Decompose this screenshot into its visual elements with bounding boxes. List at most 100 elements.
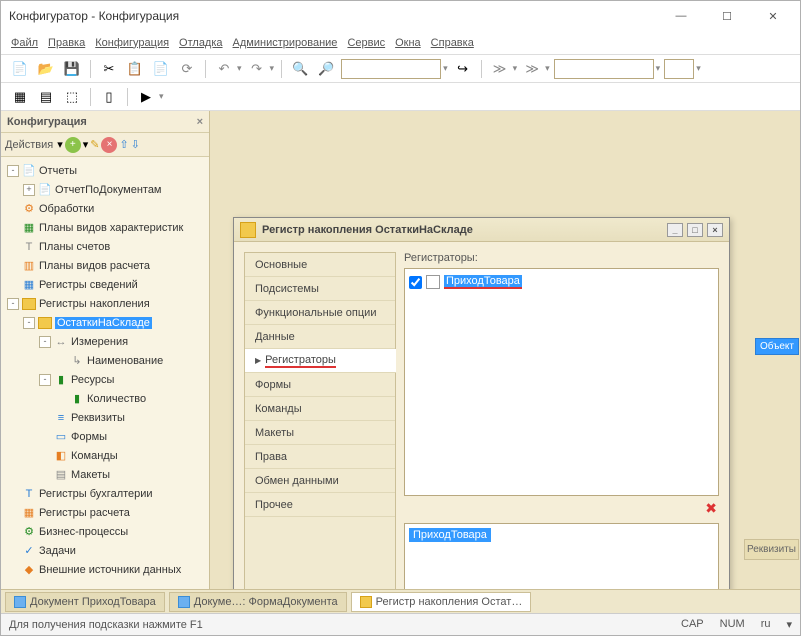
rekv-badge[interactable]: Реквизиты bbox=[744, 539, 799, 560]
search-field[interactable] bbox=[341, 59, 441, 79]
tab-Подсистемы[interactable]: Подсистемы bbox=[245, 277, 395, 301]
maximize-button[interactable]: ☐ bbox=[712, 4, 742, 28]
tree-item[interactable]: ▭Формы bbox=[1, 427, 209, 446]
tab-Основные[interactable]: Основные bbox=[245, 253, 395, 277]
reload-icon[interactable]: ⟳ bbox=[176, 58, 198, 80]
window-title: Конфигуратор - Конфигурация bbox=[9, 9, 666, 23]
tree-item[interactable]: TРегистры бухгалтерии bbox=[1, 484, 209, 503]
combo-1[interactable] bbox=[554, 59, 654, 79]
list-item[interactable]: ПриходТовара bbox=[409, 273, 714, 291]
footer-tabs: Документ ПриходТовараДокуме…: ФормаДокум… bbox=[1, 589, 800, 613]
new-icon[interactable]: 📄 bbox=[9, 58, 31, 80]
cap-indicator: CAP bbox=[681, 618, 704, 631]
modal-close[interactable]: × bbox=[707, 223, 723, 237]
actions-label[interactable]: Действия bbox=[5, 139, 53, 151]
tree-item[interactable]: ↳Наименование bbox=[1, 351, 209, 370]
tab-Формы[interactable]: Формы bbox=[245, 373, 395, 397]
add-icon[interactable]: + bbox=[65, 137, 81, 153]
tab-Макеты[interactable]: Макеты bbox=[245, 421, 395, 445]
menu-Конфигурация[interactable]: Конфигурация bbox=[95, 37, 169, 49]
panel-title: Конфигурация bbox=[7, 116, 87, 128]
tree-item[interactable]: ≡Реквизиты bbox=[1, 408, 209, 427]
tree-item[interactable]: ⚙Обработки bbox=[1, 199, 209, 218]
tree-item[interactable]: -▮Ресурсы bbox=[1, 370, 209, 389]
tab-Права[interactable]: Права bbox=[245, 445, 395, 469]
item-checkbox[interactable] bbox=[409, 276, 422, 289]
tab-Прочее[interactable]: Прочее bbox=[245, 493, 395, 517]
menu-Администрирование[interactable]: Администрирование bbox=[233, 37, 338, 49]
tree-item[interactable]: ◧Команды bbox=[1, 446, 209, 465]
menu-Справка[interactable]: Справка bbox=[431, 37, 474, 49]
tree-item[interactable]: ▦Планы видов характеристик bbox=[1, 218, 209, 237]
edit-icon[interactable]: ✎ bbox=[90, 138, 99, 151]
down-icon[interactable]: ⇩ bbox=[131, 138, 140, 151]
menu-Файл[interactable]: Файл bbox=[11, 37, 38, 49]
tb2-b[interactable]: ▤ bbox=[35, 86, 57, 108]
tb2-c[interactable]: ⬚ bbox=[61, 86, 83, 108]
step-fwd-icon[interactable]: ≫ bbox=[521, 58, 543, 80]
config-tree[interactable]: -📄Отчеты+📄ОтчетПоДокументам⚙Обработки▦Пл… bbox=[1, 157, 209, 589]
up-icon[interactable]: ⇧ bbox=[119, 138, 128, 151]
find-icon[interactable]: 🔍 bbox=[289, 58, 311, 80]
footer-tab[interactable]: Документ ПриходТовара bbox=[5, 592, 165, 612]
tree-item[interactable]: ▮Количество bbox=[1, 389, 209, 408]
tree-item[interactable]: -ОстаткиНаСкладе bbox=[1, 313, 209, 332]
footer-tab[interactable]: Регистр накопления Остат… bbox=[351, 592, 532, 612]
tab-Функциональные опции[interactable]: Функциональные опции bbox=[245, 301, 395, 325]
close-button[interactable]: ✕ bbox=[758, 4, 788, 28]
run-icon[interactable]: ▶ bbox=[135, 86, 157, 108]
object-badge[interactable]: Объект bbox=[755, 338, 799, 355]
modal-tabs: ОсновныеПодсистемыФункциональные опцииДа… bbox=[244, 252, 396, 589]
tree-item[interactable]: -📄Отчеты bbox=[1, 161, 209, 180]
redo-icon[interactable]: ↷ bbox=[246, 58, 268, 80]
tree-item[interactable]: -↔Измерения bbox=[1, 332, 209, 351]
tab-Команды[interactable]: Команды bbox=[245, 397, 395, 421]
tree-item[interactable]: -Регистры накопления bbox=[1, 294, 209, 313]
registrators-label: Регистраторы: bbox=[404, 252, 719, 264]
register-icon bbox=[240, 222, 256, 238]
go-icon[interactable]: ↪ bbox=[452, 58, 474, 80]
modal-maximize[interactable]: □ bbox=[687, 223, 703, 237]
selected-tag: ПриходТовара bbox=[409, 528, 491, 542]
menu-Правка[interactable]: Правка bbox=[48, 37, 85, 49]
menu-Сервис[interactable]: Сервис bbox=[347, 37, 385, 49]
menu-Окна[interactable]: Окна bbox=[395, 37, 421, 49]
tb2-d[interactable]: ▯ bbox=[98, 86, 120, 108]
selected-box[interactable]: ПриходТовара bbox=[404, 523, 719, 589]
open-icon[interactable]: 📂 bbox=[35, 58, 57, 80]
panel-close-icon[interactable]: × bbox=[197, 116, 203, 128]
modal-minimize[interactable]: _ bbox=[667, 223, 683, 237]
zoom-icon[interactable]: 🔎 bbox=[315, 58, 337, 80]
tab-Обмен данными[interactable]: Обмен данными bbox=[245, 469, 395, 493]
tree-item[interactable]: ◆Внешние источники данных bbox=[1, 560, 209, 579]
lang-drop-icon[interactable]: ▾ bbox=[786, 618, 792, 631]
footer-tab[interactable]: Докуме…: ФормаДокумента bbox=[169, 592, 347, 612]
cut-icon[interactable]: ✂ bbox=[98, 58, 120, 80]
menu-Отладка[interactable]: Отладка bbox=[179, 37, 222, 49]
lang-indicator: ru bbox=[761, 618, 771, 631]
remove-icon[interactable]: ✖ bbox=[705, 500, 717, 517]
tree-item[interactable]: ▤Макеты bbox=[1, 465, 209, 484]
tree-item[interactable]: ▥Планы видов расчета bbox=[1, 256, 209, 275]
copy-icon[interactable]: 📋 bbox=[124, 58, 146, 80]
tree-item[interactable]: ▦Регистры расчета bbox=[1, 503, 209, 522]
registrators-list[interactable]: ПриходТовара bbox=[404, 268, 719, 496]
item-label: ПриходТовара bbox=[444, 275, 522, 289]
tree-item[interactable]: +📄ОтчетПоДокументам bbox=[1, 180, 209, 199]
delete-icon[interactable]: × bbox=[101, 137, 117, 153]
titlebar: Конфигуратор - Конфигурация — ☐ ✕ bbox=[1, 1, 800, 31]
tb2-a[interactable]: ▦ bbox=[9, 86, 31, 108]
tab-Регистраторы[interactable]: Регистраторы bbox=[245, 349, 396, 373]
tree-item[interactable]: ▦Регистры сведений bbox=[1, 275, 209, 294]
tree-item[interactable]: TПланы счетов bbox=[1, 237, 209, 256]
tab-Данные[interactable]: Данные bbox=[245, 325, 395, 349]
paste-icon[interactable]: 📄 bbox=[150, 58, 172, 80]
save-icon[interactable]: 💾 bbox=[61, 58, 83, 80]
minimize-button[interactable]: — bbox=[666, 4, 696, 28]
combo-2[interactable] bbox=[664, 59, 694, 79]
tree-item[interactable]: ✓Задачи bbox=[1, 541, 209, 560]
undo-icon[interactable]: ↶ bbox=[213, 58, 235, 80]
statusbar: Для получения подсказки нажмите F1 CAP N… bbox=[1, 613, 800, 635]
step-back-icon[interactable]: ≫ bbox=[489, 58, 511, 80]
tree-item[interactable]: ⚙Бизнес-процессы bbox=[1, 522, 209, 541]
